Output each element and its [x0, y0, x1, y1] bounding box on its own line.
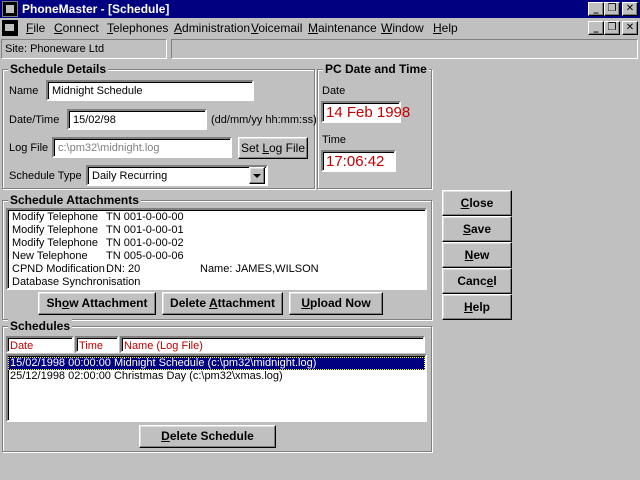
schedules-title: Schedules	[8, 319, 73, 333]
delete-attachment-button[interactable]: Delete Attachment	[162, 292, 283, 315]
menu-window[interactable]: Window	[381, 21, 424, 35]
menu-voicemail[interactable]: Voicemail	[251, 21, 302, 35]
show-attachment-button[interactable]: Show Attachment	[38, 292, 156, 315]
menu-telephones[interactable]: Telephones	[107, 21, 168, 35]
menu-help[interactable]: Help	[433, 21, 458, 35]
table-row-selected[interactable]: 15/02/1998 00:00:00 Midnight Schedule (c…	[8, 357, 425, 370]
child-minimize-icon[interactable]: _	[588, 21, 604, 35]
menu-maintenance[interactable]: Maintenance	[308, 21, 377, 35]
list-item[interactable]: CPND Modification DN: 20 Name: JAMES,WILSO…	[8, 263, 425, 276]
menu-connect[interactable]: Connect	[54, 21, 99, 35]
app-icon[interactable]	[2, 1, 18, 17]
cancel-button[interactable]: Cancel	[442, 268, 512, 294]
attachments-list[interactable]: Modify Telephone TN 001-0-00-00 Modify Te…	[6, 208, 427, 290]
save-button[interactable]: Save	[442, 216, 512, 242]
list-item[interactable]: Modify Telephone TN 001-0-00-00	[8, 211, 425, 224]
datetime-label: Date/Time	[9, 114, 60, 126]
pc-date-display: 14 Feb 1998	[321, 101, 410, 123]
upload-now-button[interactable]: Upload Now	[289, 292, 383, 315]
list-item[interactable]: Modify Telephone TN 001-0-00-01	[8, 224, 425, 237]
restore-icon[interactable]: ❐	[604, 2, 620, 16]
new-button[interactable]: New	[442, 242, 512, 268]
child-close-icon[interactable]: ✕	[622, 21, 638, 35]
schedule-type-value: Daily Recurring	[92, 170, 168, 182]
window-title: PhoneMaster - [Schedule]	[22, 2, 170, 16]
name-input[interactable]: Midnight Schedule	[46, 80, 254, 101]
close-button[interactable]: Close	[442, 190, 512, 216]
menu-file[interactable]: File	[26, 21, 45, 35]
column-header-name[interactable]: Name (Log File)	[120, 336, 425, 353]
site-label: Site: Phoneware Ltd	[1, 39, 167, 59]
schedule-type-label: Schedule Type	[9, 170, 82, 182]
column-header-time[interactable]: Time	[75, 336, 119, 353]
table-row[interactable]: 25/12/1998 02:00:00 Christmas Day (c:\pm…	[8, 370, 425, 383]
menu-administration[interactable]: Administration	[174, 21, 250, 35]
name-label: Name	[9, 85, 39, 97]
pc-datetime-title: PC Date and Time	[323, 62, 429, 76]
datetime-input[interactable]: 15/02/98	[67, 109, 207, 130]
datetime-format-hint: (dd/mm/yy hh:mm:ss)	[211, 114, 317, 126]
schedule-details-title: Schedule Details	[8, 62, 109, 76]
schedules-list[interactable]: 15/02/1998 00:00:00 Midnight Schedule (c…	[6, 354, 427, 422]
column-header-date[interactable]: Date	[6, 336, 74, 353]
child-restore-icon[interactable]: ❐	[604, 21, 620, 35]
list-item[interactable]: Modify Telephone TN 001-0-00-02	[8, 237, 425, 250]
chevron-down-icon[interactable]	[249, 167, 265, 184]
list-item[interactable]: Database Synchronisation	[8, 276, 425, 288]
log-file-input[interactable]: c:\pm32\midnight.log	[52, 137, 232, 158]
document-icon[interactable]	[2, 20, 18, 36]
delete-schedule-button[interactable]: Delete Schedule	[139, 425, 276, 448]
log-file-label: Log File	[9, 142, 49, 154]
date-label: Date	[322, 85, 346, 97]
menu-bar: File Connect Telephones Administration V…	[0, 18, 640, 38]
schedule-type-select[interactable]: Daily Recurring	[86, 165, 268, 186]
pc-time-display: 17:06:42	[321, 150, 396, 172]
list-item[interactable]: New Telephone TN 005-0-00-06	[8, 250, 425, 263]
time-label: Time	[322, 134, 347, 146]
site-info-panel	[171, 39, 638, 59]
minimize-icon[interactable]: _	[588, 2, 604, 16]
set-log-file-button[interactable]: Set Log File	[238, 137, 308, 159]
schedule-attachments-title: Schedule Attachments	[8, 193, 141, 207]
help-button[interactable]: Help	[442, 294, 512, 320]
close-icon[interactable]: ✕	[622, 2, 638, 16]
title-bar[interactable]: PhoneMaster - [Schedule] _ ❐ ✕	[0, 0, 640, 18]
